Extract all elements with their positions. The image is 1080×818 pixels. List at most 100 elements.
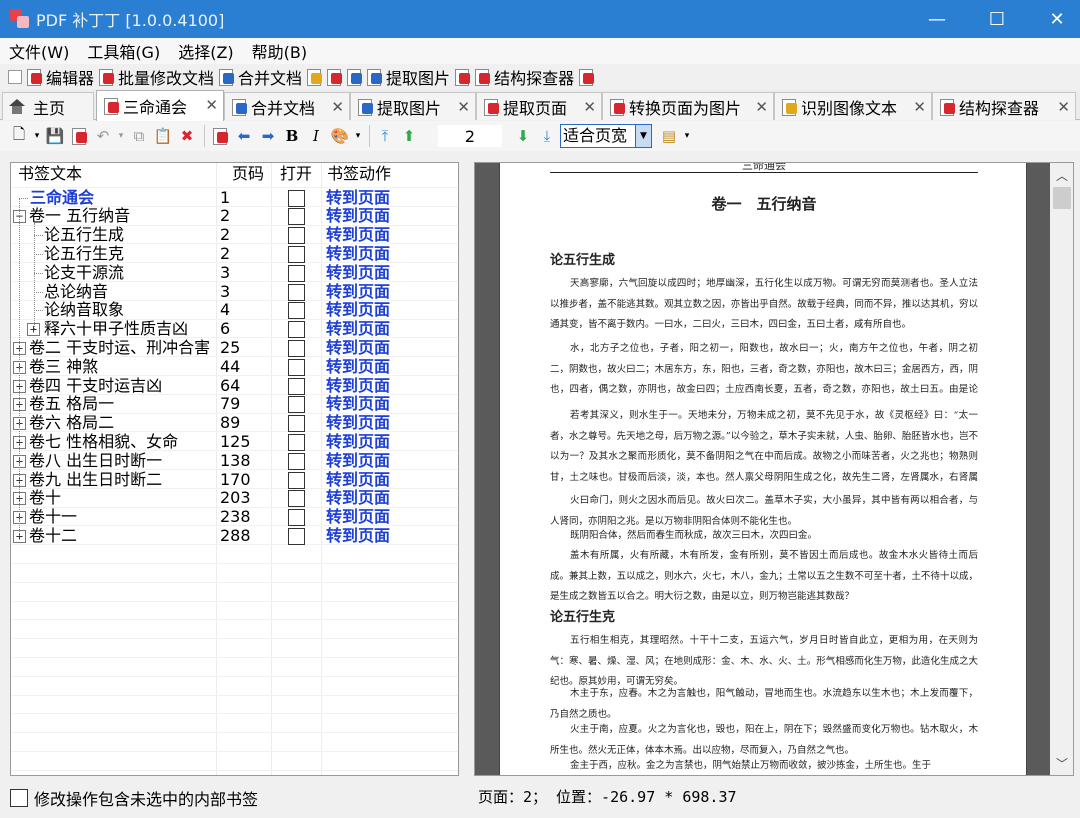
close-icon[interactable]: ✕ — [583, 98, 596, 116]
close-icon[interactable]: ✕ — [331, 98, 344, 116]
bookmark-row[interactable]: 三命通会 1 转到页面 — [11, 188, 458, 208]
bookmark-open-checkbox[interactable] — [288, 208, 305, 226]
bookmark-action[interactable]: 转到页面 — [326, 507, 390, 527]
bookmark-page[interactable]: 2 — [220, 244, 230, 264]
help-doc-icon[interactable] — [578, 68, 595, 86]
bookmark-action[interactable]: 转到页面 — [326, 188, 390, 208]
bookmark-row[interactable]: + 卷三 神煞 44 转到页面 — [11, 357, 458, 377]
bookmark-row[interactable]: 论五行生克 2 转到页面 — [11, 244, 458, 264]
column-header-action[interactable]: 书签动作 — [327, 163, 391, 185]
bookmark-open-checkbox[interactable] — [288, 321, 305, 339]
pdf-page[interactable]: 三命通会 卷一 五行纳音 论五行生成 天高寥廓，六气回旋以成四时；地厚幽深，五行… — [499, 163, 1027, 775]
tab-sanming[interactable]: 三命通会 ✕ — [96, 90, 224, 121]
bookmark-open-checkbox[interactable] — [288, 227, 305, 245]
tab-ocr[interactable]: 识别图像文本 ✕ — [774, 92, 932, 120]
bookmark-open-checkbox[interactable] — [288, 415, 305, 433]
tab-structure[interactable]: 结构探查器 ✕ — [932, 92, 1076, 120]
bookmark-open-checkbox[interactable] — [288, 264, 305, 282]
checklist-icon[interactable] — [8, 70, 22, 84]
bookmark-page[interactable]: 2 — [220, 206, 230, 226]
bookmark-action[interactable]: 转到页面 — [326, 376, 390, 396]
bookmark-open-checkbox[interactable] — [288, 452, 305, 470]
bookmark-row[interactable]: + 卷八 出生日时断一 138 转到页面 — [11, 451, 458, 471]
chevron-down-icon[interactable]: ﹀ — [1050, 755, 1073, 773]
tab-merge[interactable]: 合并文档 ✕ — [224, 92, 350, 120]
menu-toolbox[interactable]: 工具箱(G) — [78, 39, 169, 63]
menu-select[interactable]: 选择(Z) — [169, 39, 242, 63]
bookmark-page[interactable]: 170 — [220, 470, 251, 490]
bookmark-title[interactable]: 总论纳音 — [44, 282, 108, 302]
new-document-icon[interactable]: 🗋 — [8, 125, 30, 147]
bookmark-action[interactable]: 转到页面 — [326, 526, 390, 546]
bookmark-open-checkbox[interactable] — [288, 471, 305, 489]
paste-icon[interactable]: 📋 — [152, 125, 174, 147]
bookmark-action[interactable]: 转到页面 — [326, 470, 390, 490]
extract-pages-icon[interactable] — [326, 68, 343, 86]
last-page-icon[interactable]: ⤓ — [536, 125, 558, 147]
vertical-scrollbar[interactable]: ︿ ﹀ — [1050, 163, 1073, 775]
first-page-icon[interactable]: ⤒ — [374, 125, 396, 147]
bookmark-open-checkbox[interactable] — [288, 396, 305, 414]
italic-icon[interactable]: I — [305, 125, 327, 147]
insert-pages-icon[interactable] — [346, 68, 363, 86]
next-page-icon[interactable]: ⬇ — [512, 125, 534, 147]
bookmark-title[interactable]: 卷六 格局二 — [29, 413, 114, 433]
bookmark-open-checkbox[interactable] — [288, 527, 305, 545]
bookmark-action[interactable]: 转到页面 — [326, 206, 390, 226]
tab-convert-images[interactable]: 转换页面为图片 ✕ — [602, 92, 774, 120]
bookmark-page[interactable]: 238 — [220, 507, 251, 527]
zoom-select[interactable]: 适合页宽 ▼ — [560, 124, 652, 148]
page-number-input[interactable]: 2 — [438, 125, 502, 147]
bookmark-action[interactable]: 转到页面 — [326, 319, 390, 339]
save-as-icon[interactable] — [68, 125, 90, 147]
tab-extract-images[interactable]: 提取图片 ✕ — [350, 92, 476, 120]
bookmark-row[interactable]: 总论纳音 3 转到页面 — [11, 282, 458, 302]
bookmark-title[interactable]: 论支干源流 — [44, 263, 124, 283]
close-icon[interactable]: ✕ — [913, 98, 926, 116]
bold-icon[interactable]: B — [281, 125, 303, 147]
bookmark-open-checkbox[interactable] — [288, 490, 305, 508]
bookmark-open-checkbox[interactable] — [288, 245, 305, 263]
bookmark-action[interactable]: 转到页面 — [326, 338, 390, 358]
bookmark-page[interactable]: 1 — [220, 188, 230, 208]
chevron-down-icon[interactable]: ▾ — [682, 125, 692, 147]
structure-explorer-button[interactable]: 结构探查器 — [474, 65, 574, 89]
bookmark-title[interactable]: 卷五 格局一 — [29, 394, 114, 414]
chevron-down-icon[interactable]: ▾ — [116, 125, 126, 147]
chevron-down-icon[interactable]: ▾ — [353, 125, 363, 147]
chevron-down-icon[interactable]: ▼ — [635, 125, 651, 147]
bookmark-page[interactable]: 3 — [220, 282, 230, 302]
bookmark-row[interactable]: + 卷十 203 转到页面 — [11, 488, 458, 508]
chevron-down-icon[interactable]: ▾ — [32, 125, 42, 147]
bookmark-row[interactable]: + 卷七 性格相貌、女命 125 转到页面 — [11, 432, 458, 452]
editor-button[interactable]: 编辑器 — [26, 65, 94, 89]
maximize-button[interactable]: ☐ — [966, 0, 1028, 38]
bookmark-action[interactable]: 转到页面 — [326, 225, 390, 245]
bookmark-row[interactable]: 论五行生成 2 转到页面 — [11, 225, 458, 245]
bookmark-title[interactable]: 卷九 出生日时断二 — [29, 470, 162, 490]
minimize-button[interactable]: — — [906, 0, 968, 38]
merge-documents-button[interactable]: 合并文档 — [218, 65, 302, 89]
bookmark-page[interactable]: 125 — [220, 432, 251, 452]
previous-page-icon[interactable]: ⬆ — [398, 125, 420, 147]
convert-icon[interactable] — [454, 68, 471, 86]
bookmark-title[interactable]: 卷一 五行纳音 — [29, 206, 130, 226]
bookmark-row[interactable]: + 卷六 格局二 89 转到页面 — [11, 413, 458, 433]
bookmark-page[interactable]: 6 — [220, 319, 230, 339]
close-icon[interactable]: ✕ — [205, 96, 218, 114]
copy-icon[interactable]: ⧉ — [128, 125, 150, 147]
bookmark-action[interactable]: 转到页面 — [326, 451, 390, 471]
bookmark-page[interactable]: 44 — [220, 357, 240, 377]
view-options-icon[interactable]: ▤ — [658, 125, 680, 147]
arrow-left-icon[interactable]: ⬅ — [233, 125, 255, 147]
close-icon[interactable]: ✕ — [457, 98, 470, 116]
include-inner-bookmarks-option[interactable]: 修改操作包含未选中的内部书签 — [10, 786, 258, 810]
bookmark-open-checkbox[interactable] — [288, 377, 305, 395]
bookmark-page[interactable]: 4 — [220, 300, 230, 320]
column-header-text[interactable]: 书签文本 — [18, 163, 82, 185]
bookmark-action[interactable]: 转到页面 — [326, 357, 390, 377]
chevron-up-icon[interactable]: ︿ — [1050, 167, 1073, 185]
bookmark-page[interactable]: 2 — [220, 225, 230, 245]
bookmark-title[interactable]: 卷四 干支时运吉凶 — [29, 376, 162, 396]
bookmark-row[interactable]: + 卷五 格局一 79 转到页面 — [11, 394, 458, 414]
